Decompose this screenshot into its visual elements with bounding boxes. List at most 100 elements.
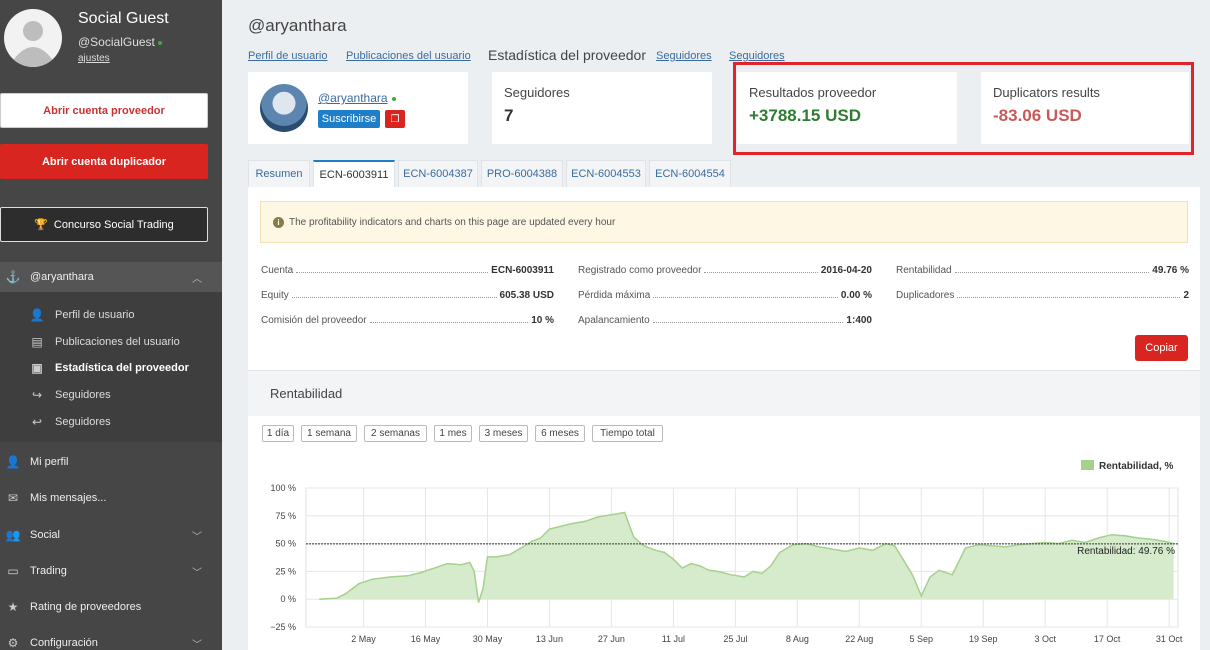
sidebar-item-messages[interactable]: ✉ Mis mensajes... [0,483,222,513]
sidebar-item-label: Rating de proveedores [30,601,142,613]
subscribe-button[interactable]: Suscribirse [318,110,380,128]
highlight-frame [733,62,1194,155]
range-all-time-button[interactable]: Tiempo total [592,425,663,442]
tab-ecn-6004554[interactable]: ECN-6004554 [649,160,731,187]
profitability-section-header: Rentabilidad [248,370,1200,416]
y-tick-label: 0 % [280,594,296,604]
link-following[interactable]: Seguidores [729,50,785,62]
subnav-item-posts[interactable]: ▤ Publicaciones del usuario [28,335,180,349]
current-profitability-annotation: Rentabilidad: 49.76 % [1077,546,1175,557]
tab-ecn-6004553[interactable]: ECN-6004553 [566,160,646,187]
subnav-item-followers[interactable]: ↪ Seguidores [28,388,111,402]
users-icon: 👥 [5,528,21,542]
money-icon: ▭ [7,564,19,578]
stat-label: Equity [261,290,289,301]
stat-provider-commission: Comisión del proveedor 10 % [261,312,554,326]
stat-value: 1:400 [846,315,872,326]
trophy-icon: 🏆 [34,219,48,231]
legend-label[interactable]: Rentabilidad, % [1099,461,1174,472]
x-tick-label: 3 Oct [1034,634,1056,644]
leader-dots [957,297,1181,298]
stat-value: 10 % [531,315,554,326]
copy-icon[interactable]: ❐ [385,110,405,128]
leader-dots [369,322,529,323]
tab-summary[interactable]: Resumen [248,160,310,187]
legend-swatch [1081,460,1094,470]
leader-dots [652,322,844,323]
stat-value: 2 [1183,290,1189,301]
avatar[interactable] [4,9,62,67]
reply-icon: ↩ [31,415,43,429]
social-trading-contest-button[interactable]: 🏆 Concurso Social Trading [0,207,208,242]
sidebar-item-label: Mis mensajes... [30,492,107,504]
range-1-month-button[interactable]: 1 mes [434,425,472,442]
sidebar: Social Guest @SocialGuest ajustes Abrir … [0,0,222,650]
open-duplicator-account-button[interactable]: Abrir cuenta duplicador [0,144,208,179]
link-user-posts[interactable]: Publicaciones del usuario [346,50,471,62]
range-2-weeks-button[interactable]: 2 semanas [364,425,427,442]
link-user-profile[interactable]: Perfil de usuario [248,50,328,62]
sidebar-item-settings[interactable]: ⚙ Configuración ﹀ [0,628,222,650]
y-axis-labels: 100 % 75 % 50 % 25 % 0 % −25 % [270,483,296,632]
range-3-months-button[interactable]: 3 meses [479,425,528,442]
newspaper-icon: ▤ [31,335,43,349]
range-6-months-button[interactable]: 6 meses [535,425,585,442]
chevron-up-icon: ︿ [192,273,202,285]
subnav-item-provider-stats[interactable]: ▣ Estadística del proveedor [28,361,189,375]
contest-label: Concurso Social Trading [53,218,174,231]
y-tick-label: 75 % [275,511,296,521]
stat-label: Rentabilidad [896,265,952,276]
x-tick-label: 2 May [351,634,376,644]
x-tick-label: 17 Oct [1094,634,1121,644]
tab-pro-6004388[interactable]: PRO-6004388 [481,160,563,187]
provider-avatar[interactable] [260,84,308,132]
y-tick-label: 100 % [270,483,296,493]
x-tick-label: 16 May [411,634,441,644]
subnav-item-profile[interactable]: 👤 Perfil de usuario [28,308,135,322]
envelope-icon: ✉ [7,491,19,505]
sidebar-item-label: Configuración [30,637,98,649]
user-icon: 👤 [29,308,45,322]
range-1-day-button[interactable]: 1 día [262,425,294,442]
copy-button[interactable]: Copiar [1135,335,1188,361]
stat-account: Cuenta ECN-6003911 [261,262,554,276]
range-1-week-button[interactable]: 1 semana [301,425,357,442]
provider-handle-link[interactable]: @aryanthara [318,91,396,105]
info-icon: i [273,216,284,228]
user-section-label: @aryanthara [30,271,94,283]
subnav-item-label: Publicaciones del usuario [55,336,180,348]
y-tick-label: 25 % [275,566,296,576]
sidebar-item-user-section[interactable]: ⚓ @aryanthara ︿ [0,262,222,292]
online-status-icon [391,96,396,101]
star-icon: ★ [7,600,19,614]
chevron-down-icon: ﹀ [192,639,202,650]
stat-value: 2016-04-20 [820,265,872,276]
update-notice: i The profitability indicators and charts… [260,201,1188,243]
user-handle-text: @SocialGuest [78,35,155,49]
open-provider-account-button[interactable]: Abrir cuenta proveedor [0,93,208,128]
sidebar-item-label: Social [30,529,60,541]
settings-link[interactable]: ajustes [78,53,110,64]
leader-dots [296,272,489,273]
subnav-item-label: Perfil de usuario [55,309,135,321]
sidebar-item-my-profile[interactable]: 👤 Mi perfil [0,447,222,477]
stat-label: Pérdida máxima [578,290,651,301]
user-handle: @SocialGuest [78,35,162,49]
sidebar-item-social[interactable]: 👥 Social ﹀ [0,520,222,550]
sidebar-item-trading[interactable]: ▭ Trading ﹀ [0,556,222,586]
subnav-item-label: Estadística del proveedor [55,362,189,374]
stat-max-loss: Pérdida máxima 0.00 % [578,287,872,301]
x-tick-label: 5 Sep [910,634,934,644]
x-tick-label: 22 Aug [845,634,873,644]
tab-ecn-6003911[interactable]: ECN-6003911 [313,160,395,187]
provider-profile-card: @aryanthara Suscribirse ❐ [248,72,468,144]
link-followers[interactable]: Seguidores [656,50,712,62]
subnav-item-following[interactable]: ↩ Seguidores [28,415,111,429]
subnav-item-label: Seguidores [55,416,111,428]
y-tick-label: −25 % [270,622,296,632]
profitability-title: Rentabilidad [270,386,343,401]
subnav-item-label: Seguidores [55,389,111,401]
tab-ecn-6004387[interactable]: ECN-6004387 [398,160,478,187]
sidebar-item-provider-rating[interactable]: ★ Rating de proveedores [0,592,222,622]
stat-profitability: Rentabilidad 49.76 % [896,262,1189,276]
